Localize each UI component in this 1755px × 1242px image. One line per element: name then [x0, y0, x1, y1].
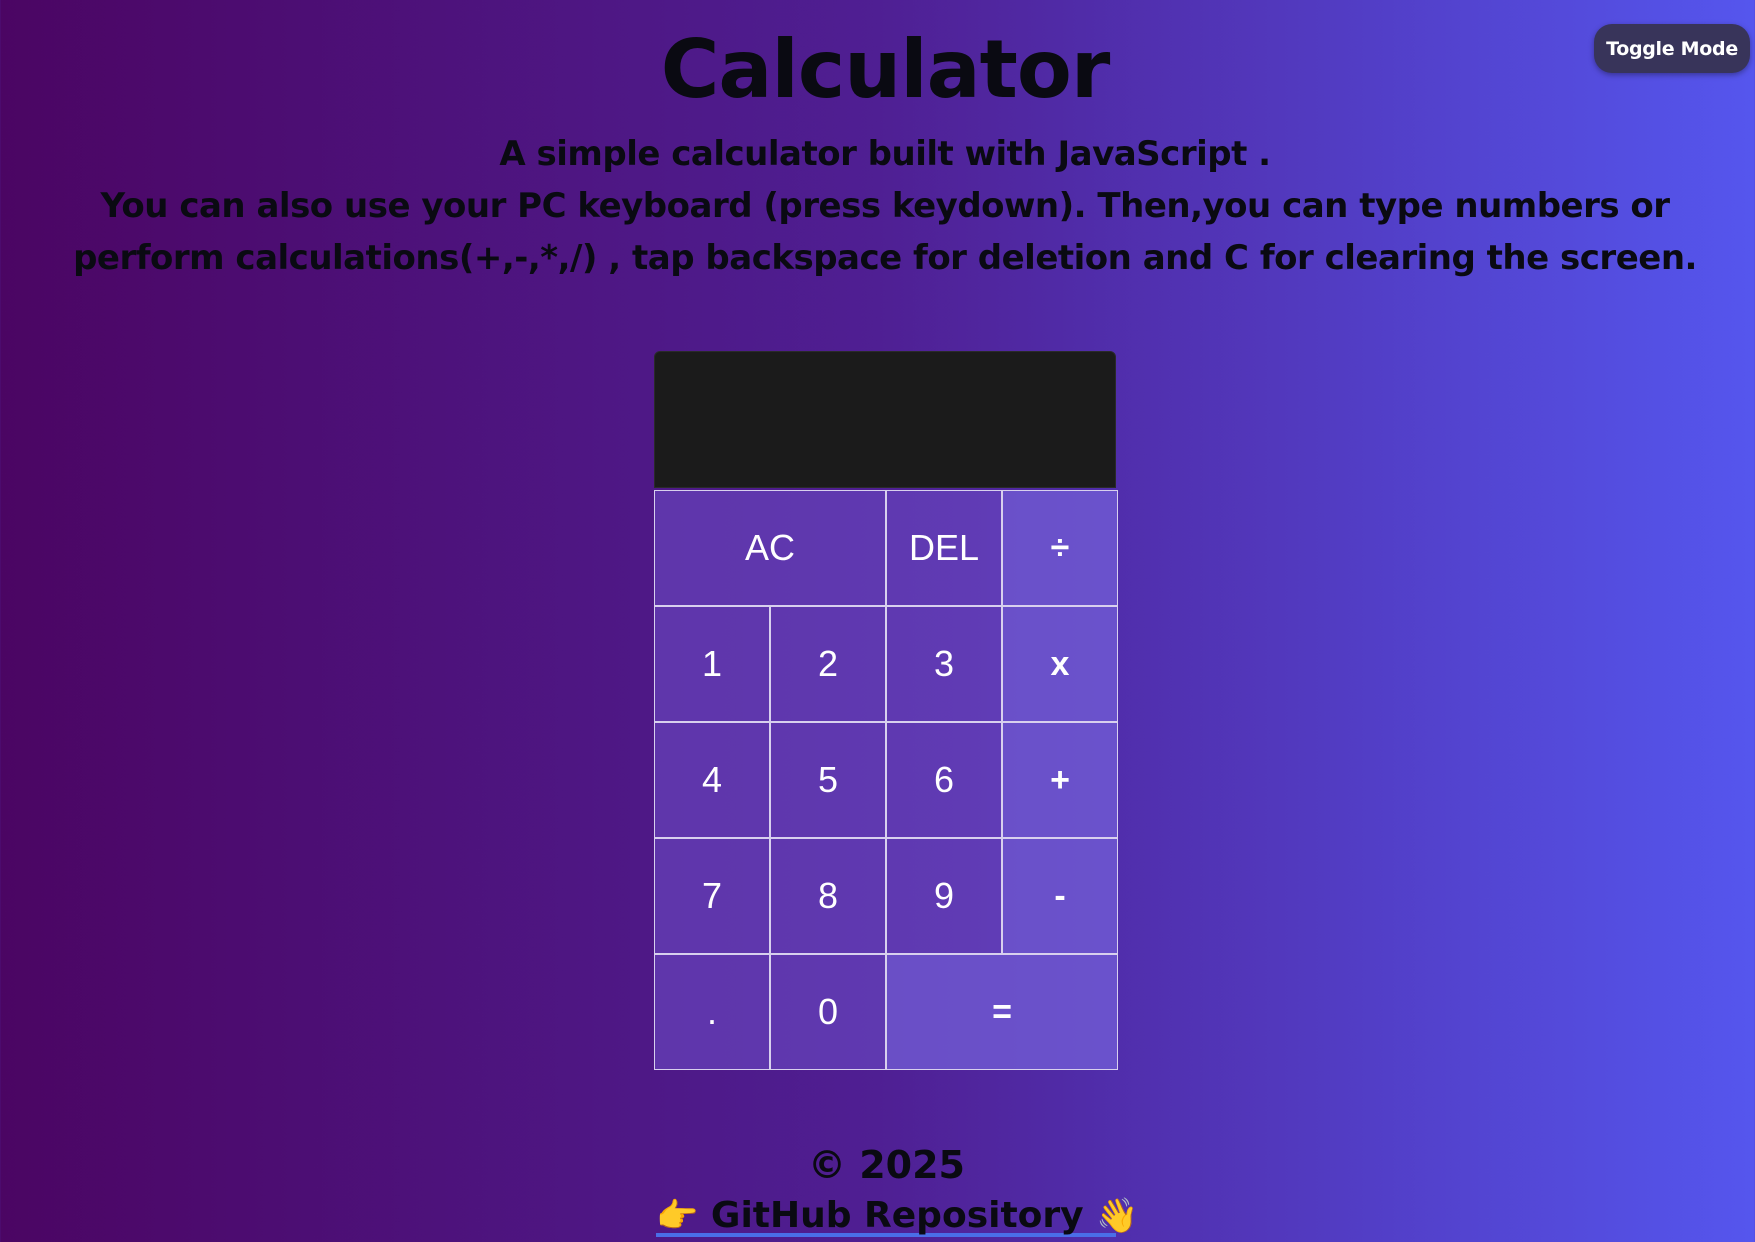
subtitle-line-2: You can also use your PC keyboard (press…	[73, 186, 1697, 278]
equals-button[interactable]: =	[886, 954, 1118, 1070]
digit-0-button[interactable]: 0	[770, 954, 886, 1070]
divide-button[interactable]: ÷	[1002, 490, 1118, 606]
waving-hand-icon: 👋	[1096, 1196, 1139, 1236]
decimal-point-button[interactable]: .	[654, 954, 770, 1070]
digit-3-button[interactable]: 3	[886, 606, 1002, 722]
digit-1-button[interactable]: 1	[654, 606, 770, 722]
digit-4-button[interactable]: 4	[654, 722, 770, 838]
digit-5-button[interactable]: 5	[770, 722, 886, 838]
calculator-keypad: AC DEL ÷ 1 2 3 x 4 5 6 + 7 8 9 - . 0 =	[654, 490, 1118, 1070]
digit-2-button[interactable]: 2	[770, 606, 886, 722]
digit-7-button[interactable]: 7	[654, 838, 770, 954]
all-clear-button[interactable]: AC	[654, 490, 886, 606]
pointing-hand-icon: 👉	[656, 1196, 699, 1236]
digit-8-button[interactable]: 8	[770, 838, 886, 954]
delete-button[interactable]: DEL	[886, 490, 1002, 606]
page-title: Calculator	[660, 23, 1111, 116]
multiply-button[interactable]: x	[1002, 606, 1118, 722]
digit-6-button[interactable]: 6	[886, 722, 1002, 838]
minus-button[interactable]: -	[1002, 838, 1118, 954]
calculator-display	[654, 351, 1116, 488]
copyright-text: © 2025	[808, 1143, 965, 1187]
github-repository-link[interactable]: 👉 GitHub Repository 👋	[656, 1193, 1139, 1237]
digit-9-button[interactable]: 9	[886, 838, 1002, 954]
calculator: AC DEL ÷ 1 2 3 x 4 5 6 + 7 8 9 - . 0 =	[654, 351, 1118, 1070]
subtitle-line-1: A simple calculator built with JavaScrip…	[499, 134, 1271, 174]
github-link-label: GitHub Repository	[710, 1195, 1084, 1236]
plus-button[interactable]: +	[1002, 722, 1118, 838]
